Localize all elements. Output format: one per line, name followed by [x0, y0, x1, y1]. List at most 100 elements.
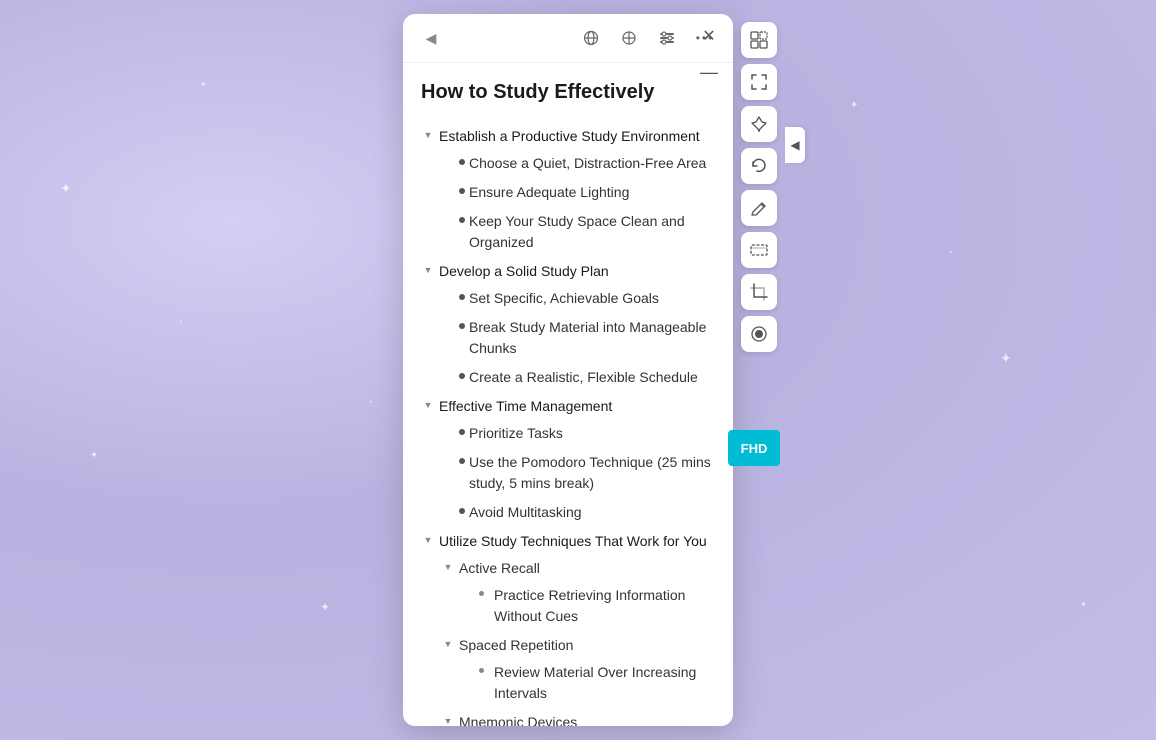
subsection-4-1-row[interactable]: ▼ Active Recall: [441, 555, 715, 582]
sparkle-9: •: [950, 250, 952, 256]
toggle-section-2[interactable]: ▼: [421, 263, 435, 277]
item-4-2-1: Review Material Over Increasing Interval…: [441, 659, 715, 707]
item-2-2-row[interactable]: ▶ Break Study Material into Manageable C…: [441, 314, 715, 362]
item-2-1-row[interactable]: ▶ Set Specific, Achievable Goals: [441, 285, 715, 312]
section-2-row[interactable]: ▼ Develop a Solid Study Plan: [421, 258, 715, 285]
edit-icon: [750, 199, 768, 217]
section-3-row[interactable]: ▼ Effective Time Management: [421, 393, 715, 420]
select-tool-button[interactable]: [741, 22, 777, 58]
section-4: ▼ Utilize Study Techniques That Work for…: [421, 528, 715, 726]
toolbar-left: ◀: [417, 24, 445, 52]
outline-tree: ▼ Establish a Productive Study Environme…: [421, 123, 715, 726]
section-2-children: ▶ Set Specific, Achievable Goals ▶ Break…: [421, 285, 715, 391]
globe-button[interactable]: [577, 24, 605, 52]
minimize-button[interactable]: —: [695, 58, 723, 86]
fhd-badge[interactable]: FHD: [728, 430, 780, 466]
item-3-3-label: Avoid Multitasking: [469, 502, 715, 523]
frames-tool-button[interactable]: [741, 232, 777, 268]
sparkle-5: ✦: [850, 100, 858, 111]
subsection-4-3: ▼ Mnemonic Devices Create Associations f…: [421, 709, 715, 726]
spacer-1-1: ▶: [441, 155, 455, 169]
toggle-sub-4-3[interactable]: ▼: [441, 714, 455, 726]
item-2-3-row[interactable]: ▶ Create a Realistic, Flexible Schedule: [441, 364, 715, 391]
expand-tool-button[interactable]: [741, 64, 777, 100]
item-1-2-label: Ensure Adequate Lighting: [469, 182, 715, 203]
section-2: ▼ Develop a Solid Study Plan ▶ Set Speci…: [421, 258, 715, 391]
section-2-label: Develop a Solid Study Plan: [439, 261, 715, 282]
item-2-2: ▶ Break Study Material into Manageable C…: [421, 314, 715, 362]
item-1-3-row[interactable]: ▶ Keep Your Study Space Clean and Organi…: [441, 208, 715, 256]
back-button[interactable]: ◀: [417, 24, 445, 52]
section-1-row[interactable]: ▼ Establish a Productive Study Environme…: [421, 123, 715, 150]
main-panel: ✕ — ◀: [403, 14, 733, 726]
section-3-label: Effective Time Management: [439, 396, 715, 417]
item-1-1-label: Choose a Quiet, Distraction-Free Area: [469, 153, 715, 174]
item-3-3: ▶ Avoid Multitasking: [421, 499, 715, 526]
bullet-4-1-1: [479, 591, 484, 596]
collapse-arrow-button[interactable]: ◀: [785, 127, 805, 163]
cursor-button[interactable]: [615, 24, 643, 52]
outline-content[interactable]: How to Study Effectively ▼ Establish a P…: [403, 63, 733, 726]
item-3-1-label: Prioritize Tasks: [469, 423, 715, 444]
spacer-2-3: ▶: [441, 369, 455, 383]
bullet-3-3: [459, 508, 465, 514]
sparkle-7: ✦: [1080, 600, 1087, 609]
page-title: How to Study Effectively: [421, 79, 715, 105]
item-1-1-row[interactable]: ▶ Choose a Quiet, Distraction-Free Area: [441, 150, 715, 177]
toggle-sub-4-2[interactable]: ▼: [441, 637, 455, 651]
subsection-4-2-label: Spaced Repetition: [459, 635, 715, 656]
sparkle-3: ✦: [200, 80, 207, 89]
select-icon: [750, 31, 768, 49]
toggle-sub-4-1[interactable]: ▼: [441, 560, 455, 574]
section-1-children: ▶ Choose a Quiet, Distraction-Free Area …: [421, 150, 715, 256]
record-tool-button[interactable]: [741, 316, 777, 352]
spacer-2-2: ▶: [441, 319, 455, 333]
settings-button[interactable]: [653, 24, 681, 52]
subsection-4-3-row[interactable]: ▼ Mnemonic Devices: [441, 709, 715, 726]
section-4-children: ▼ Active Recall Practice Retrieving Info…: [421, 555, 715, 726]
item-4-1-1-row[interactable]: Practice Retrieving Information Without …: [461, 582, 715, 630]
pin-tool-button[interactable]: [741, 106, 777, 142]
item-4-1-1: Practice Retrieving Information Without …: [441, 582, 715, 630]
spacer-2-1: ▶: [441, 290, 455, 304]
section-4-row[interactable]: ▼ Utilize Study Techniques That Work for…: [421, 528, 715, 555]
sparkle-1: ✦: [60, 180, 72, 197]
spacer-1-3: ▶: [441, 213, 455, 227]
subsection-4-1: ▼ Active Recall Practice Retrieving Info…: [421, 555, 715, 630]
item-4-1-1-label: Practice Retrieving Information Without …: [494, 585, 715, 627]
toggle-section-4[interactable]: ▼: [421, 533, 435, 547]
section-3-children: ▶ Prioritize Tasks ▶ Use the Pomodoro Te…: [421, 420, 715, 526]
item-2-3-label: Create a Realistic, Flexible Schedule: [469, 367, 715, 388]
item-2-1-label: Set Specific, Achievable Goals: [469, 288, 715, 309]
crop-icon: [750, 283, 768, 301]
pin-icon: [750, 115, 768, 133]
item-1-2: ▶ Ensure Adequate Lighting: [421, 179, 715, 206]
item-3-1-row[interactable]: ▶ Prioritize Tasks: [441, 420, 715, 447]
frames-icon: [750, 241, 768, 259]
spacer-3-1: ▶: [441, 425, 455, 439]
cursor-icon: [621, 30, 637, 46]
item-3-1: ▶ Prioritize Tasks: [421, 420, 715, 447]
settings-icon: [659, 30, 675, 46]
edit-tool-button[interactable]: [741, 190, 777, 226]
item-1-2-row[interactable]: ▶ Ensure Adequate Lighting: [441, 179, 715, 206]
item-3-2-row[interactable]: ▶ Use the Pomodoro Technique (25 mins st…: [441, 449, 715, 497]
toggle-section-1[interactable]: ▼: [421, 128, 435, 142]
subsection-4-2-row[interactable]: ▼ Spaced Repetition: [441, 632, 715, 659]
section-4-label: Utilize Study Techniques That Work for Y…: [439, 531, 715, 552]
toggle-section-3[interactable]: ▼: [421, 398, 435, 412]
crop-tool-button[interactable]: [741, 274, 777, 310]
item-3-3-row[interactable]: ▶ Avoid Multitasking: [441, 499, 715, 526]
undo-tool-button[interactable]: [741, 148, 777, 184]
item-4-2-1-row[interactable]: Review Material Over Increasing Interval…: [461, 659, 715, 707]
spacer-3-3: ▶: [441, 504, 455, 518]
bullet-3-1: [459, 429, 465, 435]
section-1-label: Establish a Productive Study Environment: [439, 126, 715, 147]
close-button[interactable]: ✕: [695, 22, 723, 50]
sparkle-8: •: [180, 320, 182, 326]
section-3: ▼ Effective Time Management ▶ Prioritize…: [421, 393, 715, 526]
bullet-1-1: [459, 159, 465, 165]
subsection-4-1-label: Active Recall: [459, 558, 715, 579]
toolbar: ◀: [403, 14, 733, 63]
subsection-4-1-children: Practice Retrieving Information Without …: [441, 582, 715, 630]
